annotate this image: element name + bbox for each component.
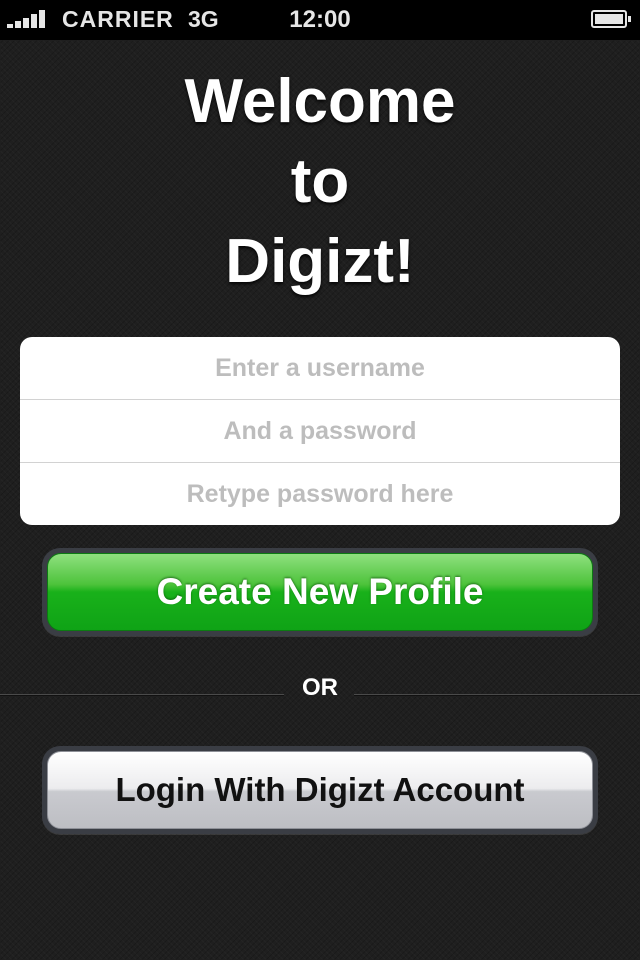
title-line: Welcome bbox=[184, 67, 456, 136]
create-profile-button[interactable]: Create New Profile bbox=[47, 553, 593, 631]
status-time: 12:00 bbox=[289, 6, 351, 33]
status-bar: CARRIER 3G 12:00 bbox=[0, 0, 640, 40]
password-row bbox=[20, 400, 620, 463]
username-field[interactable] bbox=[20, 337, 620, 399]
login-button[interactable]: Login With Digizt Account bbox=[47, 751, 593, 829]
retype-password-row bbox=[20, 463, 620, 525]
login-button-frame: Login With Digizt Account bbox=[42, 746, 598, 834]
registration-form bbox=[20, 337, 620, 525]
page-title: Welcome to Digizt! bbox=[0, 62, 640, 302]
title-line: to bbox=[290, 147, 350, 216]
username-row bbox=[20, 337, 620, 400]
title-line: Digizt! bbox=[225, 227, 415, 296]
retype-password-field[interactable] bbox=[20, 463, 620, 525]
battery-icon bbox=[591, 10, 631, 28]
create-profile-button-frame: Create New Profile bbox=[42, 548, 598, 636]
or-divider-label: OR bbox=[302, 674, 338, 701]
password-field[interactable] bbox=[20, 400, 620, 462]
